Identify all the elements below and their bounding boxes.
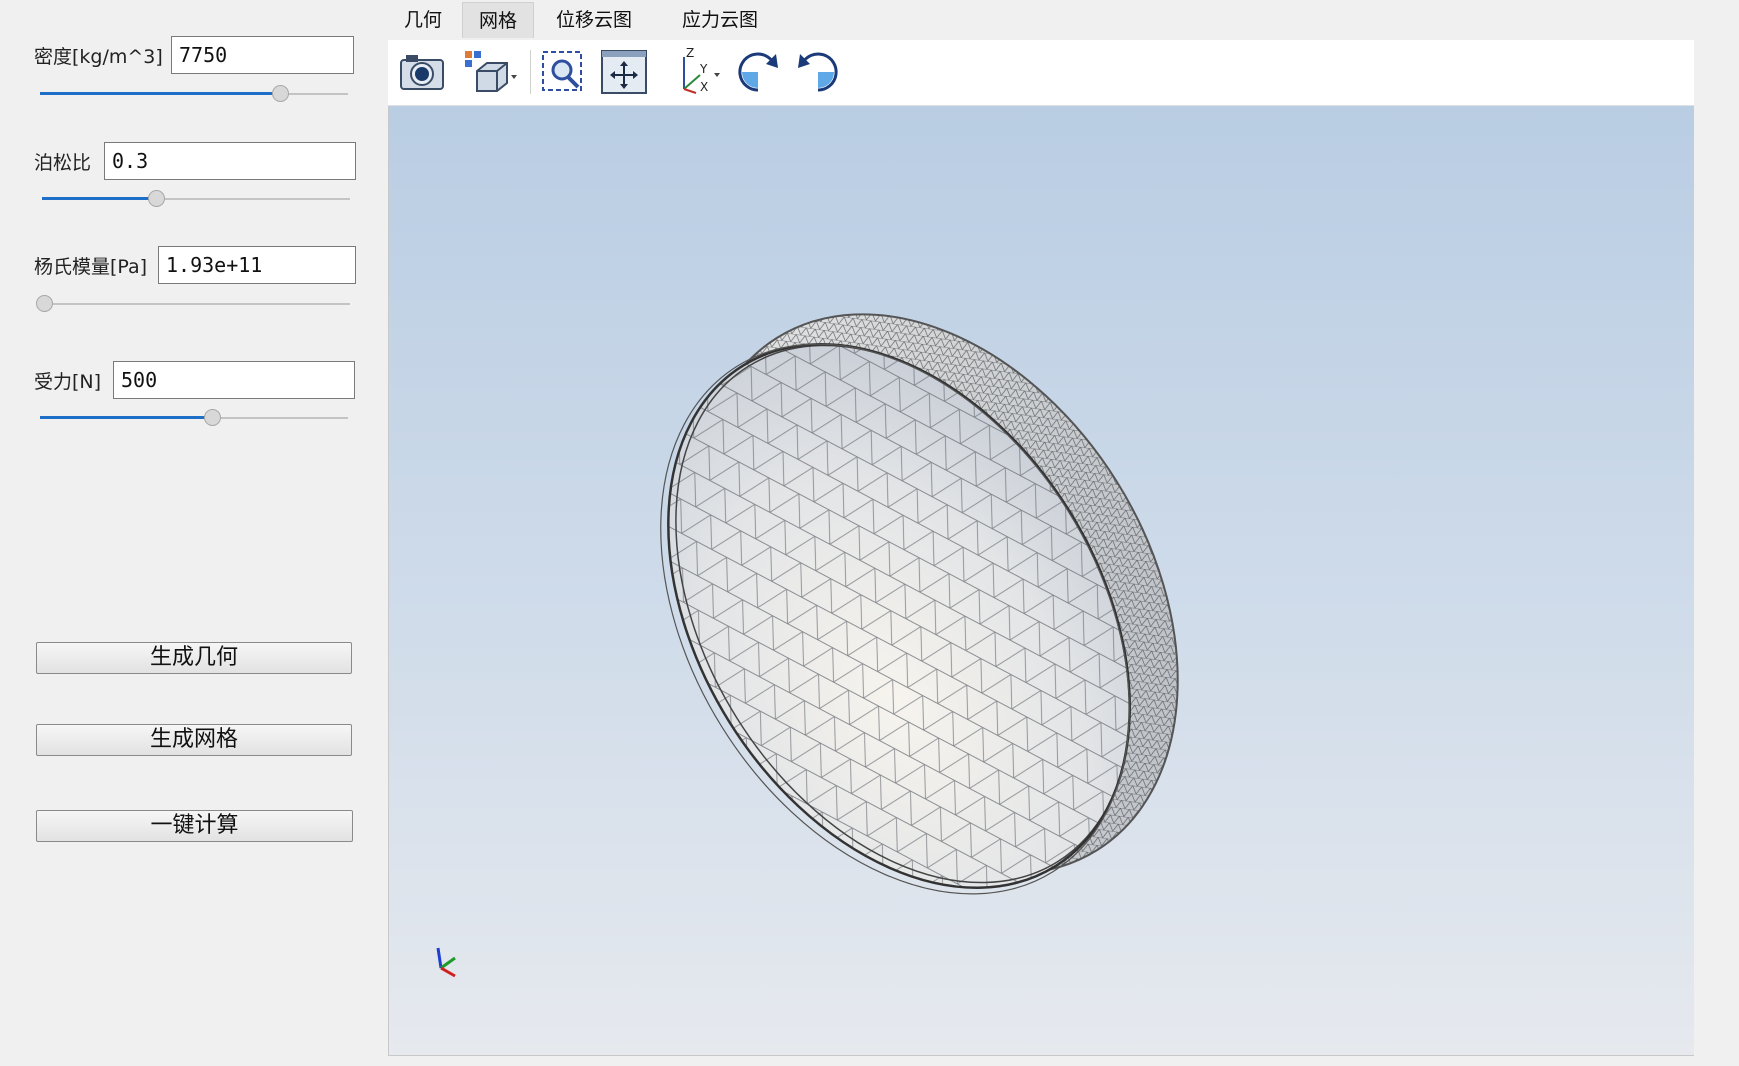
force-slider[interactable] <box>40 407 348 429</box>
youngs-modulus-label: 杨氏模量[Pa] <box>34 256 148 278</box>
tab-mesh[interactable]: 网格 <box>462 2 535 38</box>
axis-y-label: Y <box>699 62 708 76</box>
tab-stress[interactable]: 应力云图 <box>666 2 774 38</box>
poisson-slider[interactable] <box>42 188 350 210</box>
youngs-modulus-input[interactable]: 1.93e+11 <box>158 246 356 284</box>
force-slider-handle[interactable] <box>204 409 222 426</box>
force-input[interactable]: 500 <box>113 361 355 399</box>
dish-mesh-model <box>639 286 1199 966</box>
fit-view-icon[interactable] <box>598 46 650 98</box>
orientation-triad <box>436 947 456 978</box>
generate-geometry-button[interactable]: 生成几何 <box>36 642 352 674</box>
zoom-box-icon[interactable] <box>538 46 588 98</box>
rotate-ccw-icon[interactable] <box>792 46 844 98</box>
3d-viewport[interactable] <box>388 106 1694 1056</box>
camera-icon[interactable] <box>396 46 448 98</box>
tab-geometry[interactable]: 几何 <box>388 2 458 38</box>
compute-button[interactable]: 一键计算 <box>36 810 353 842</box>
mesh-model <box>436 286 1199 978</box>
youngs-modulus-slider[interactable] <box>36 293 350 315</box>
axis-x-label: X <box>700 80 708 94</box>
axis-orientation-icon[interactable]: Z Y X <box>670 46 726 98</box>
poisson-slider-handle[interactable] <box>147 190 165 207</box>
tab-displacement[interactable]: 位移云图 <box>540 2 648 38</box>
view-cube-icon[interactable] <box>462 46 522 98</box>
generate-mesh-button[interactable]: 生成网格 <box>36 724 352 756</box>
force-label: 受力[N] <box>34 371 102 393</box>
density-slider-handle[interactable] <box>272 85 290 102</box>
youngs-modulus-slider-handle[interactable] <box>36 295 53 312</box>
viewer-toolbar: Z Y X <box>388 40 1694 106</box>
rotate-cw-icon[interactable] <box>732 46 784 98</box>
axis-z-label: Z <box>686 47 694 60</box>
density-input[interactable]: 7750 <box>171 36 354 74</box>
density-slider[interactable] <box>40 83 348 105</box>
poisson-input[interactable]: 0.3 <box>104 142 356 180</box>
density-label: 密度[kg/m^3] <box>34 46 163 68</box>
poisson-label: 泊松比 <box>34 152 92 174</box>
